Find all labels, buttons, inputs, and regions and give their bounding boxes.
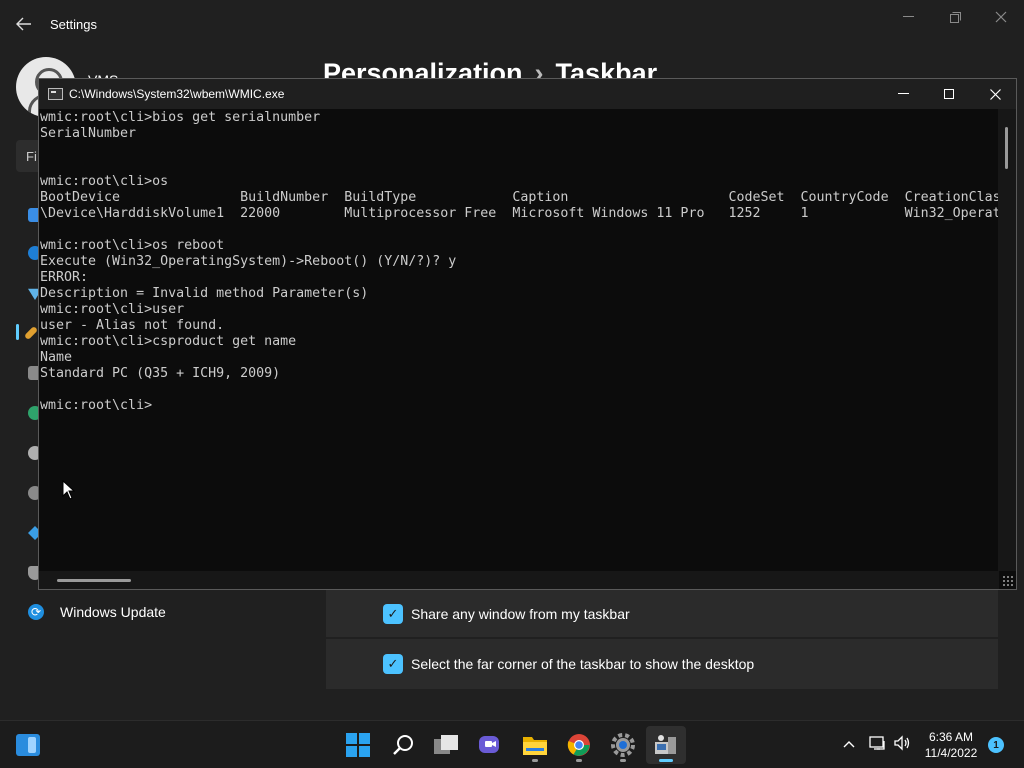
- notification-badge[interactable]: 1: [988, 737, 1004, 753]
- mouse-cursor-icon: [62, 479, 76, 500]
- show-desktop-checkbox[interactable]: ✓: [383, 654, 403, 674]
- console-line: ERROR:: [40, 270, 89, 285]
- share-window-label: Share any window from my taskbar: [411, 605, 630, 622]
- wmic-app-icon: [655, 735, 676, 754]
- running-indicator: [532, 759, 538, 762]
- settings-restore-button[interactable]: [940, 8, 970, 26]
- console-line: Description = Invalid method Parameter(s…: [40, 286, 369, 301]
- share-window-checkbox[interactable]: ✓: [383, 603, 403, 624]
- console-line: Standard PC (Q35 + ICH9, 2009): [40, 366, 281, 381]
- console-horizontal-scrollbar[interactable]: [39, 571, 999, 589]
- nav-windows-update[interactable]: ⟳ Windows Update: [28, 604, 166, 620]
- wmic-console-window[interactable]: C:\Windows\System32\wbem\WMIC.exe wmic:r…: [38, 78, 1017, 590]
- resize-grip-icon[interactable]: [1002, 575, 1014, 587]
- console-line: wmic:root\cli>user: [40, 302, 185, 317]
- console-line: wmic:root\cli>csproduct get name: [40, 334, 297, 349]
- settings-close-button[interactable]: [986, 8, 1016, 26]
- windows-update-icon: ⟳: [28, 604, 44, 620]
- console-line: user - Alias not found.: [40, 318, 225, 333]
- horizontal-scroll-thumb[interactable]: [57, 579, 131, 582]
- clock-time: 6:36 AM: [928, 730, 974, 744]
- wmic-taskbar-button[interactable]: [646, 726, 686, 764]
- settings-app-button[interactable]: [603, 726, 643, 764]
- console-line: Execute (Win32_OperatingSystem)->Reboot(…: [40, 254, 457, 269]
- console-output[interactable]: wmic:root\cli>bios get serialnumber Seria…: [39, 109, 999, 571]
- active-indicator: [659, 759, 673, 762]
- console-close-button[interactable]: [972, 79, 1018, 109]
- task-view-button[interactable]: [426, 726, 466, 764]
- widgets-icon[interactable]: [16, 734, 40, 756]
- console-titlebar[interactable]: C:\Windows\System32\wbem\WMIC.exe: [39, 79, 1016, 109]
- search-icon: [393, 735, 413, 755]
- console-line: wmic:root\cli>: [40, 398, 153, 413]
- start-button[interactable]: [338, 726, 378, 764]
- gear-icon: [611, 733, 635, 757]
- console-line: \Device\HarddiskVolume1 22000 Multiproce…: [40, 206, 999, 221]
- console-title: C:\Windows\System32\wbem\WMIC.exe: [69, 87, 285, 101]
- windows-logo-icon: [346, 733, 370, 757]
- vertical-scroll-thumb[interactable]: [1005, 127, 1008, 169]
- console-line: BootDevice BuildNumber BuildType Caption…: [40, 190, 999, 205]
- show-hidden-icons-chevron-icon[interactable]: [843, 735, 855, 751]
- console-line: wmic:root\cli>bios get serialnumber: [40, 110, 321, 125]
- active-nav-indicator: [16, 324, 19, 340]
- console-vertical-scrollbar[interactable]: [998, 109, 1016, 571]
- system-clock[interactable]: 6:36 AM 11/4/2022: [920, 729, 982, 761]
- personalization-icon[interactable]: [23, 325, 39, 341]
- settings-minimize-button[interactable]: [893, 8, 923, 26]
- maximize-icon: [944, 89, 954, 99]
- chrome-icon: [567, 734, 590, 756]
- search-button[interactable]: [383, 726, 423, 764]
- teams-chat-button[interactable]: [470, 726, 510, 764]
- back-arrow-icon[interactable]: [14, 14, 34, 34]
- folder-icon: [523, 737, 547, 755]
- network-tray-icon[interactable]: [869, 734, 887, 752]
- windows-update-label: Windows Update: [60, 604, 166, 620]
- taskbar: 6:36 AM 11/4/2022 1: [0, 720, 1024, 768]
- task-view-icon: [434, 735, 458, 754]
- file-explorer-button[interactable]: [515, 726, 555, 764]
- console-line: wmic:root\cli>os reboot: [40, 238, 225, 253]
- console-line: Name: [40, 350, 73, 365]
- console-line: wmic:root\cli>os: [40, 174, 169, 189]
- running-indicator: [620, 759, 626, 762]
- show-desktop-label: Select the far corner of the taskbar to …: [411, 656, 755, 672]
- console-maximize-button[interactable]: [926, 79, 972, 109]
- setting-row-show-desktop[interactable]: ✓ Select the far corner of the taskbar t…: [326, 639, 998, 689]
- settings-title: Settings: [50, 17, 97, 32]
- volume-icon[interactable]: [893, 734, 911, 752]
- console-minimize-button[interactable]: [880, 79, 926, 109]
- chat-icon: [479, 736, 499, 753]
- clock-date: 11/4/2022: [924, 746, 978, 760]
- console-app-icon: [48, 88, 63, 100]
- running-indicator: [576, 759, 582, 762]
- setting-row-share-window[interactable]: ✓ Share any window from my taskbar: [326, 590, 998, 637]
- console-line: SerialNumber: [40, 126, 137, 141]
- chrome-button[interactable]: [559, 726, 599, 764]
